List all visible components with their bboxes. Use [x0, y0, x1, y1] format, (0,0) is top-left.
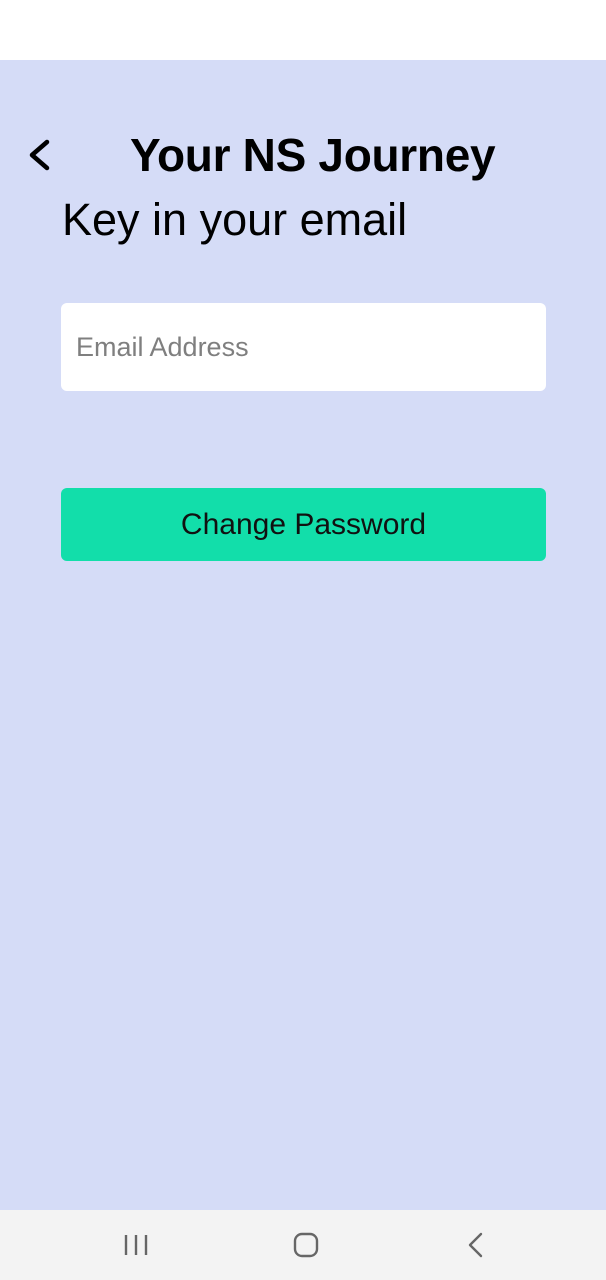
recents-icon	[116, 1226, 156, 1264]
subtitle: Key in your email	[62, 194, 408, 245]
change-password-button[interactable]: Change Password	[61, 488, 546, 561]
app-screen: Your NS Journey Key in your email Change…	[0, 60, 606, 1210]
back-icon	[455, 1226, 495, 1264]
page-title: Your NS Journey	[130, 129, 496, 181]
back-button[interactable]	[22, 130, 62, 180]
system-nav-bar	[0, 1210, 606, 1280]
chevron-left-icon	[22, 130, 62, 180]
nav-back-button[interactable]	[455, 1226, 495, 1264]
home-icon	[286, 1226, 326, 1264]
status-bar	[0, 0, 606, 60]
email-input[interactable]	[61, 303, 546, 391]
recents-button[interactable]	[116, 1226, 156, 1264]
home-button[interactable]	[286, 1226, 326, 1264]
